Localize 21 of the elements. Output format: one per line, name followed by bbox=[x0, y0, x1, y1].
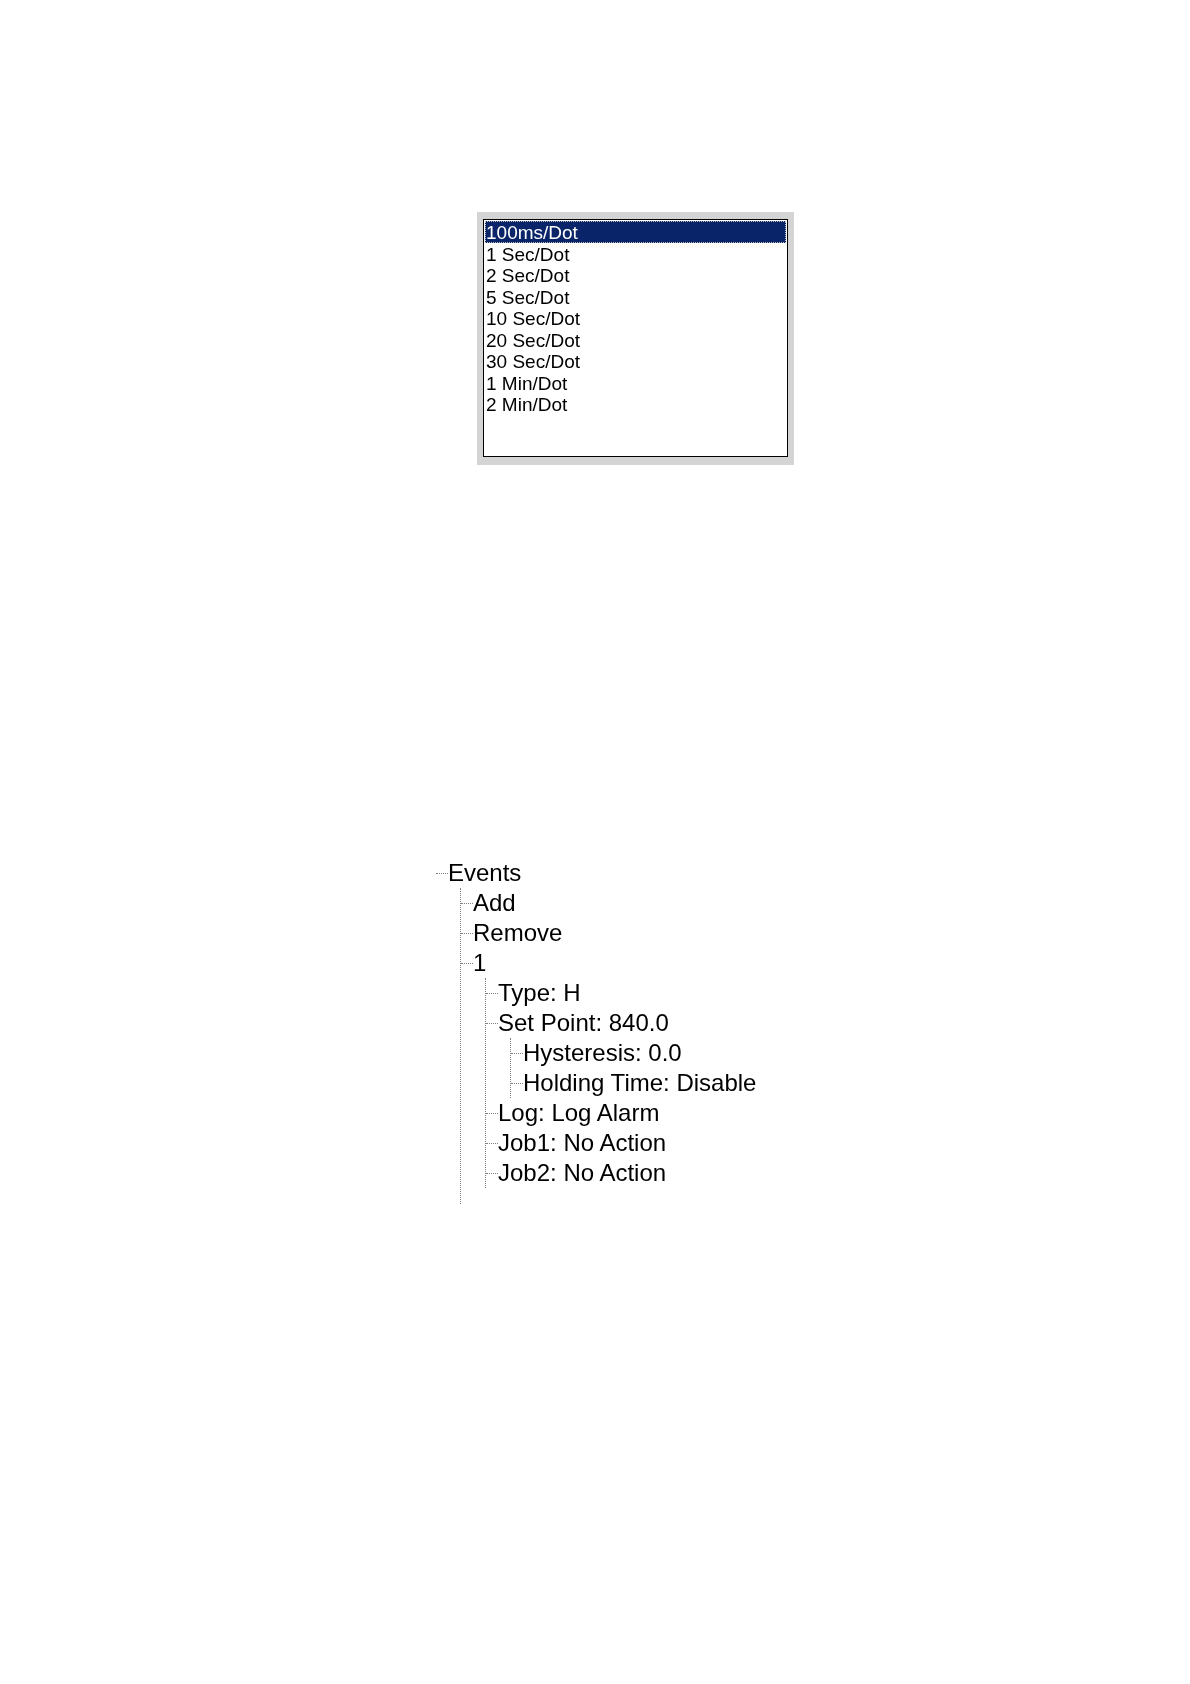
list-item[interactable]: 30 Sec/Dot bbox=[485, 350, 786, 372]
tree-item[interactable]: Holding Time: Disable bbox=[523, 1069, 757, 1097]
tree-item[interactable]: Set Point: 840.0 bbox=[498, 1009, 669, 1037]
list-item[interactable]: 2 Min/Dot bbox=[485, 393, 786, 415]
list-item[interactable]: 2 Sec/Dot bbox=[485, 264, 786, 286]
list-item[interactable]: 20 Sec/Dot bbox=[485, 328, 786, 350]
list-item[interactable]: 10 Sec/Dot bbox=[485, 307, 786, 329]
tree-item[interactable]: Type: H bbox=[498, 979, 581, 1007]
tree-item[interactable]: Log: Log Alarm bbox=[498, 1099, 660, 1127]
tree-item[interactable]: Hysteresis: 0.0 bbox=[523, 1039, 682, 1067]
tree-item[interactable]: Events bbox=[448, 859, 522, 887]
list-item[interactable]: 5 Sec/Dot bbox=[485, 285, 786, 307]
list-item[interactable]: 1 Sec/Dot bbox=[485, 242, 786, 264]
tree-item[interactable]: Job2: No Action bbox=[498, 1159, 667, 1187]
tree-item[interactable]: 1 bbox=[473, 949, 487, 977]
tree-item[interactable]: Job1: No Action bbox=[498, 1129, 667, 1157]
tree-item[interactable]: Add bbox=[473, 889, 516, 917]
list-item[interactable]: 100ms/Dot bbox=[485, 221, 786, 243]
list-item[interactable]: 1 Min/Dot bbox=[485, 371, 786, 393]
tree-item[interactable]: Remove bbox=[473, 919, 563, 947]
listbox[interactable]: 100ms/Dot 1 Sec/Dot 2 Sec/Dot 5 Sec/Dot 10 Sec/Dot 20 Sec/Dot 30 Sec/Dot 1 Min/Dot 2 Min/Dot bbox=[483, 219, 788, 457]
